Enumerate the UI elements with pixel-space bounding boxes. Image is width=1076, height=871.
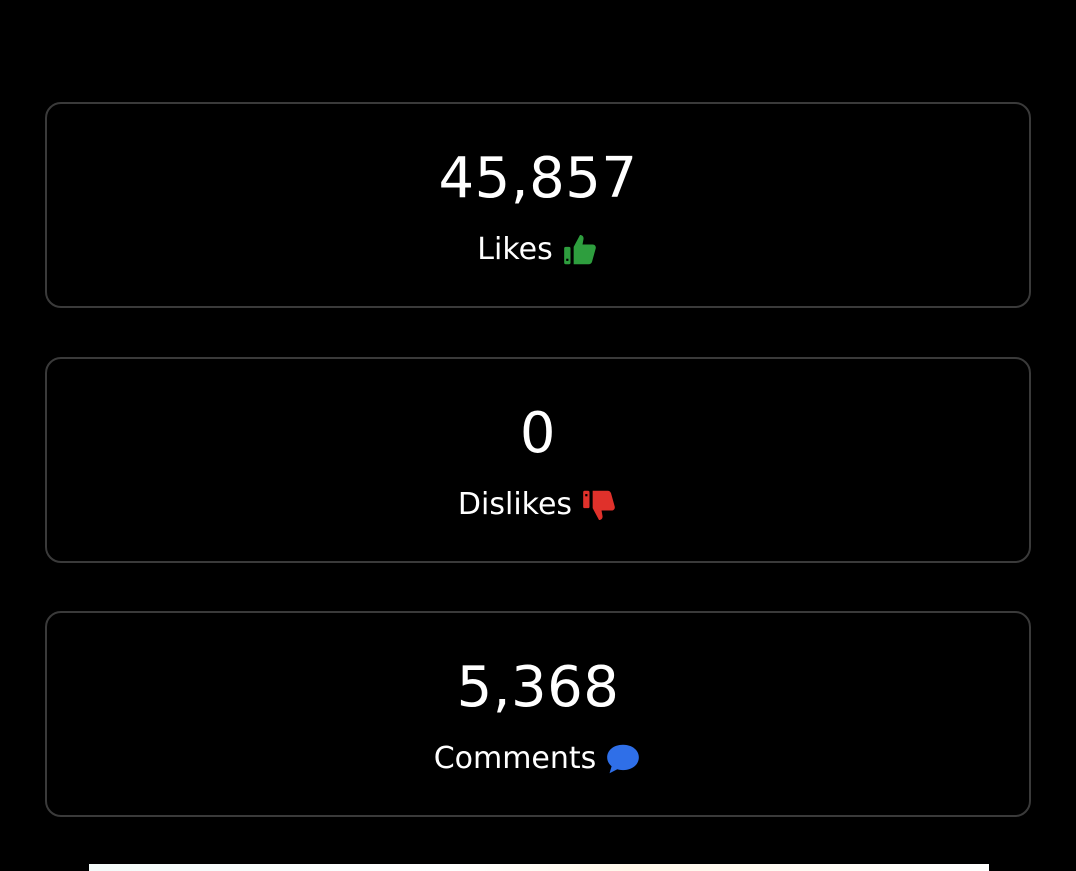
thumbs-up-icon <box>561 231 599 269</box>
dislikes-label: Dislikes <box>457 487 573 522</box>
dislikes-card: 0 Dislikes <box>45 357 1031 563</box>
bottom-banner-edge <box>89 864 989 871</box>
comments-count: 5,368 <box>456 655 620 720</box>
comments-label: Comments <box>433 741 597 776</box>
likes-card: 45,857 Likes <box>45 102 1031 308</box>
dislikes-label-row: Dislikes <box>47 485 1029 525</box>
dislikes-count: 0 <box>519 401 557 466</box>
comments-card: 5,368 Comments <box>45 611 1031 817</box>
likes-label-row: Likes <box>47 230 1029 270</box>
thumbs-down-icon <box>580 486 618 524</box>
likes-label: Likes <box>477 232 553 267</box>
likes-count: 45,857 <box>438 146 638 211</box>
comments-label-row: Comments <box>47 739 1029 779</box>
speech-bubble-icon <box>604 740 642 778</box>
